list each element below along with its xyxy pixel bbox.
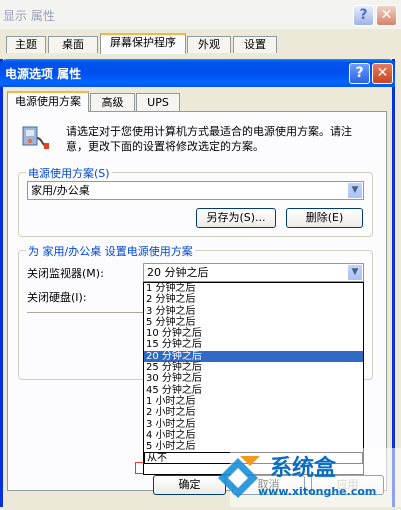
dropdown-option[interactable]: 2 分钟之后 <box>144 294 363 305</box>
dialog-title: 电源选项 属性 <box>5 67 82 81</box>
dropdown-option[interactable]: 1 小时之后 <box>144 396 363 407</box>
dropdown-option[interactable]: 5 分钟之后 <box>144 317 363 328</box>
dropdown-option[interactable]: 10 分钟之后 <box>144 328 363 339</box>
tab-power-schemes[interactable]: 电源使用方案 <box>7 91 89 112</box>
power-options-titlebar: 电源选项 属性 <box>0 59 395 87</box>
disk-off-label: 关闭硬盘(I): <box>27 291 87 304</box>
back-help-button[interactable]: ? <box>353 5 374 26</box>
dropdown-option[interactable]: 3 分钟之后 <box>144 306 363 317</box>
dropdown-option[interactable]: 2 小时之后 <box>144 407 363 418</box>
dropdown-option[interactable]: 3 小时之后 <box>144 419 363 430</box>
scheme-settings-group-label: 为 家用/办公桌 设置电源使用方案 <box>26 243 195 259</box>
watermark-brand: 系统盒 <box>270 456 337 481</box>
save-as-button[interactable]: 另存为(S)... <box>196 208 276 228</box>
highlight-box <box>135 462 143 474</box>
dropdown-option[interactable]: 15 分钟之后 <box>144 339 363 350</box>
dropdown-option[interactable]: 45 分钟之后 <box>144 385 363 396</box>
back-tab-settings[interactable]: 设置 <box>233 36 277 53</box>
back-tab-theme[interactable]: 主题 <box>6 36 46 53</box>
power-scheme-select[interactable]: 家用/办公桌 <box>27 181 364 200</box>
monitor-off-label: 关闭监视器(M): <box>27 267 104 280</box>
power-scheme-dropdown-button[interactable]: ▼ <box>347 182 363 199</box>
description-text: 请选定对于您使用计算机方式最适合的电源使用方案。请注意，更改下面的设置将修改选定… <box>66 125 352 153</box>
monitor-off-select[interactable]: 20 分钟之后 <box>143 263 364 282</box>
delete-button[interactable]: 删除(E) <box>286 208 363 228</box>
dropdown-option[interactable]: 4 小时之后 <box>144 430 363 441</box>
monitor-off-value: 20 分钟之后 <box>147 266 209 279</box>
back-close-button[interactable]: ✕ <box>376 5 397 26</box>
monitor-off-dropdown-list[interactable]: 1 分钟之后 2 分钟之后 3 分钟之后 5 分钟之后 10 分钟之后 15 分… <box>143 282 364 475</box>
dialog-help-button[interactable]: ? <box>349 63 370 84</box>
back-window-titlebar: 显示 属性 <box>0 0 401 29</box>
back-tab-desktop[interactable]: 桌面 <box>48 36 98 53</box>
dropdown-option-selected[interactable]: 20 分钟之后 <box>144 350 363 363</box>
monitor-off-dropdown-button[interactable]: ▼ <box>347 264 363 281</box>
tab-advanced[interactable]: 高级 <box>90 93 135 111</box>
dropdown-option[interactable]: 30 分钟之后 <box>144 373 363 384</box>
power-scheme-value: 家用/办公桌 <box>31 184 90 197</box>
back-window-title: 显示 属性 <box>3 9 55 23</box>
watermark-url: www.xitonghe.com <box>258 485 377 498</box>
dialog-close-button[interactable]: ✕ <box>372 63 393 84</box>
dropdown-option[interactable]: 25 分钟之后 <box>144 362 363 373</box>
back-tab-screensaver[interactable]: 屏幕保护程序 <box>100 33 186 54</box>
dropdown-option[interactable]: 1 分钟之后 <box>144 283 363 294</box>
power-plug-icon <box>20 124 50 152</box>
back-tab-appearance[interactable]: 外观 <box>187 36 231 53</box>
separator <box>27 312 143 313</box>
power-schemes-group-label: 电源使用方案(S) <box>26 165 112 181</box>
tab-ups[interactable]: UPS <box>136 93 180 111</box>
